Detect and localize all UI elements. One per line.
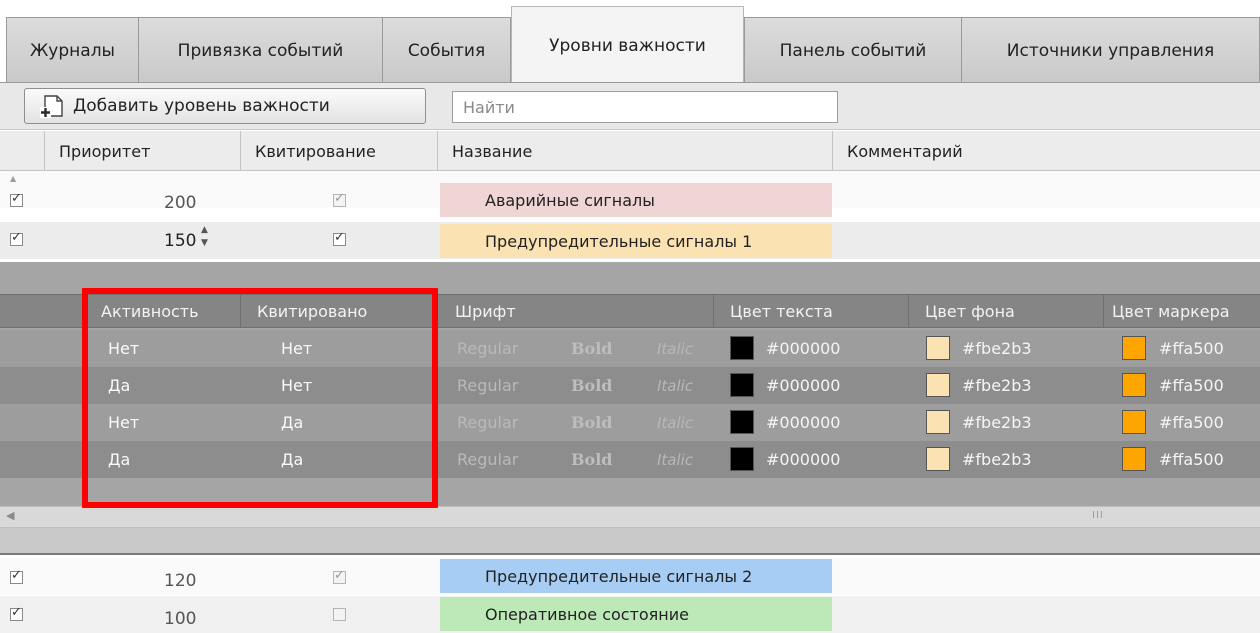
- column-priority-label: Приоритет: [59, 141, 151, 161]
- column-font-label: Шрифт: [455, 301, 516, 321]
- scroll-left-icon[interactable]: ◀: [6, 509, 14, 522]
- detail-footer: [0, 528, 1260, 555]
- font-italic-option[interactable]: Italic: [657, 340, 693, 358]
- row-enabled-checkbox[interactable]: [10, 191, 23, 207]
- column-bg-color[interactable]: Цвет фона: [908, 294, 1104, 328]
- tab-journals[interactable]: Журналы: [6, 17, 139, 83]
- column-priority[interactable]: Приоритет: [44, 131, 241, 171]
- scroll-up-icon[interactable]: ▲: [10, 174, 16, 183]
- level-name: Предупредительные сигналы 1: [440, 224, 832, 258]
- ack-checkbox[interactable]: [333, 191, 346, 207]
- bg-color-value: #fbe2b3: [962, 413, 1032, 432]
- font-regular-option[interactable]: Regular: [457, 339, 518, 358]
- text-color-value: #000000: [766, 339, 841, 358]
- font-bold-option[interactable]: Bold: [571, 339, 612, 358]
- bg-color-swatch[interactable]: [926, 336, 950, 360]
- marker-color-value: #ffa500: [1159, 376, 1224, 395]
- column-comment-label: Комментарий: [847, 141, 963, 161]
- horizontal-scrollbar[interactable]: ◀ III: [0, 506, 1260, 528]
- column-text-color-label: Цвет текста: [730, 301, 833, 321]
- add-importance-level-button[interactable]: Добавить уровень важности: [24, 88, 426, 124]
- font-regular-option[interactable]: Regular: [457, 413, 518, 432]
- column-name-label: Название: [452, 141, 533, 161]
- row-enabled-checkbox[interactable]: [10, 568, 23, 584]
- font-italic-option[interactable]: Italic: [657, 451, 693, 469]
- column-marker-color[interactable]: Цвет маркера: [1103, 294, 1260, 328]
- tab-event-panel[interactable]: Панель событий: [744, 17, 962, 83]
- bg-color-swatch[interactable]: [926, 447, 950, 471]
- column-text-color[interactable]: Цвет текста: [713, 294, 909, 328]
- column-ack[interactable]: Квитирование: [240, 131, 438, 171]
- level-name: Аварийные сигналы: [440, 183, 832, 217]
- add-document-icon: [39, 94, 65, 118]
- priority-value: 200: [164, 193, 197, 213]
- add-button-label: Добавить уровень важности: [73, 96, 330, 116]
- font-bold-option[interactable]: Bold: [571, 376, 612, 395]
- marker-color-swatch[interactable]: [1122, 336, 1146, 360]
- search-input[interactable]: [452, 91, 838, 123]
- column-font[interactable]: Шрифт: [437, 294, 714, 328]
- text-color-swatch[interactable]: [730, 336, 754, 360]
- marker-color-value: #ffa500: [1159, 413, 1224, 432]
- bg-color-value: #fbe2b3: [962, 339, 1032, 358]
- text-color-swatch[interactable]: [730, 410, 754, 434]
- text-color-swatch[interactable]: [730, 373, 754, 397]
- font-regular-option[interactable]: Regular: [457, 376, 518, 395]
- font-bold-option[interactable]: Bold: [571, 413, 612, 432]
- tab-event-binding[interactable]: Привязка событий: [138, 17, 383, 83]
- level-name-text: Предупредительные сигналы 2: [485, 566, 753, 586]
- bg-color-value: #fbe2b3: [962, 450, 1032, 469]
- spinner-down-icon[interactable]: ▼: [201, 238, 208, 248]
- priority-value: 100: [164, 609, 197, 629]
- column-ack-label: Квитирование: [255, 141, 376, 161]
- font-italic-option[interactable]: Italic: [657, 377, 693, 395]
- column-marker-color-label: Цвет маркера: [1112, 301, 1230, 321]
- tab-importance-levels[interactable]: Уровни важности: [511, 6, 744, 84]
- marker-color-value: #ffa500: [1159, 450, 1224, 469]
- level-name-text: Оперативное состояние: [485, 604, 690, 624]
- marker-color-value: #ffa500: [1159, 339, 1224, 358]
- level-name-text: Аварийные сигналы: [485, 190, 655, 210]
- text-color-value: #000000: [766, 376, 841, 395]
- marker-color-swatch[interactable]: [1122, 410, 1146, 434]
- marker-color-swatch[interactable]: [1122, 373, 1146, 397]
- scroll-grip-icon[interactable]: III: [1092, 510, 1104, 521]
- column-comment[interactable]: Комментарий: [832, 131, 1260, 171]
- level-name-text: Предупредительные сигналы 1: [485, 231, 753, 251]
- highlight-frame: [82, 288, 438, 508]
- font-italic-option[interactable]: Italic: [657, 414, 693, 432]
- level-name: Предупредительные сигналы 2: [440, 559, 832, 593]
- row-enabled-checkbox[interactable]: [10, 230, 23, 246]
- level-name: Оперативное состояние: [440, 597, 832, 631]
- table-row[interactable]: 120 Предупредительные сигналы 2: [0, 558, 1260, 595]
- bg-color-swatch[interactable]: [926, 410, 950, 434]
- tab-events[interactable]: События: [382, 17, 511, 83]
- font-regular-option[interactable]: Regular: [457, 450, 518, 469]
- font-bold-option[interactable]: Bold: [571, 450, 612, 469]
- ack-checkbox[interactable]: [333, 608, 346, 621]
- priority-value: 150: [164, 231, 197, 251]
- bg-color-value: #fbe2b3: [962, 376, 1032, 395]
- text-color-value: #000000: [766, 413, 841, 432]
- text-color-swatch[interactable]: [730, 447, 754, 471]
- bg-color-swatch[interactable]: [926, 373, 950, 397]
- table-row[interactable]: ▲ 200 Аварийные сигналы: [0, 171, 1260, 217]
- priority-value: 120: [164, 571, 197, 591]
- ack-checkbox[interactable]: [333, 568, 346, 584]
- spinner-up-icon[interactable]: ▲: [201, 225, 208, 235]
- table-row[interactable]: 100 Оперативное состояние: [0, 596, 1260, 633]
- table-row-selected[interactable]: 150 ▲ ▼ Предупредительные сигналы 1: [0, 222, 1260, 259]
- column-name[interactable]: Название: [437, 131, 833, 171]
- tab-control-sources[interactable]: Источники управления: [961, 17, 1260, 83]
- row-enabled-checkbox[interactable]: [10, 605, 23, 621]
- marker-color-swatch[interactable]: [1122, 447, 1146, 471]
- text-color-value: #000000: [766, 450, 841, 469]
- ack-checkbox[interactable]: [333, 230, 346, 246]
- column-bg-color-label: Цвет фона: [925, 301, 1015, 321]
